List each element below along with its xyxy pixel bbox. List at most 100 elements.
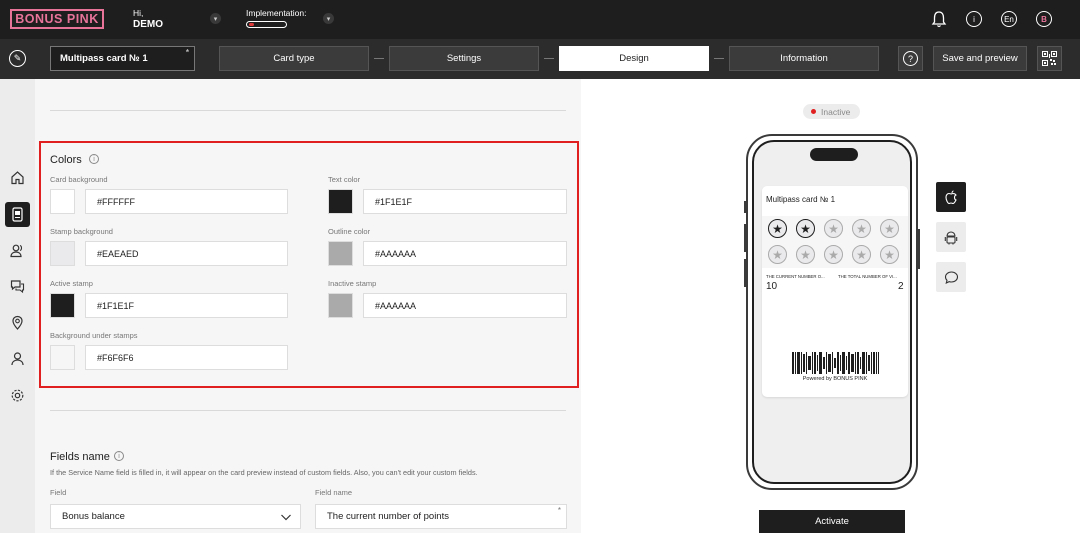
tab-settings[interactable]: Settings [389,46,539,71]
stamps-area: ★ ★ ★ ★ ★ ★ ★ ★ ★ ★ [762,216,908,268]
user-icon [11,352,24,366]
step-divider [374,58,384,59]
status-badge: Inactive [803,104,860,119]
logo[interactable]: BONUS PINK [10,9,104,29]
apple-icon [944,190,957,205]
implementation-chevron-down-icon[interactable]: ▾ [323,13,334,24]
design-form: Colors i Card background #FFFFFF Text co… [35,79,581,533]
text-color-input[interactable]: #1F1E1F [363,189,567,214]
qr-code-button[interactable] [1037,46,1062,71]
avatar[interactable]: B [1036,11,1052,27]
stamp-inactive: ★ [768,245,787,264]
card-field1-value: 10 [766,281,778,292]
stamp-inactive: ★ [880,245,899,264]
phone-notch [810,148,858,161]
divider [50,110,566,111]
sidebar-item-home[interactable] [5,165,30,190]
question-icon: ? [903,51,918,66]
required-mark: * [557,506,561,515]
platform-chat-button[interactable] [936,262,966,292]
sidebar-item-team[interactable] [5,346,30,371]
platform-android-button[interactable] [936,222,966,252]
sidebar-item-cards[interactable] [5,202,30,227]
phone-screen: Multipass card № 1 ★ ★ ★ ★ ★ ★ ★ ★ ★ ★ T… [752,140,912,484]
outline-color-input[interactable]: #AAAAAA [363,241,567,266]
top-bar: BONUS PINK Hi, DEMO ▾ Implementation: ▾ … [0,0,1080,39]
divider [50,410,566,411]
phone-mockup: Multipass card № 1 ★ ★ ★ ★ ★ ★ ★ ★ ★ ★ T… [746,134,918,490]
android-icon [944,231,958,245]
language-switch[interactable]: En [1001,11,1017,27]
implementation-label: Implementation: [246,8,307,18]
card-field2-value: 2 [898,281,904,292]
save-and-preview-button[interactable]: Save and preview [933,46,1027,71]
card-background-input[interactable]: #FFFFFF [85,189,288,214]
fields-name-info-icon[interactable]: i [114,451,124,461]
sidebar-item-messages[interactable] [5,274,30,299]
help-button[interactable]: ? [898,46,923,71]
card-background-swatch[interactable] [50,189,75,214]
status-text: Inactive [821,106,851,117]
location-pin-icon [12,315,23,330]
powered-by-text: Powered by BONUS PINK [802,376,868,382]
card-field1-label: THE CURRENT NUMBER O... [766,274,825,279]
home-icon [11,171,24,185]
step-divider [544,58,554,59]
card-preview-title: Multipass card № 1 [766,195,836,204]
field-label: Field [50,488,67,497]
sidebar-item-clients[interactable] [5,238,30,263]
chevron-down-icon [281,514,291,521]
tab-information[interactable]: Information [729,46,879,71]
active-stamp-swatch[interactable] [50,293,75,318]
platform-ios-button[interactable] [936,182,966,212]
sidebar-item-settings[interactable] [5,383,30,408]
text-color-label: Text color [328,175,361,184]
card-name-value: Multipass card № 1 [60,53,148,64]
phone-side-button [918,229,920,269]
text-color-swatch[interactable] [328,189,353,214]
active-stamp-input[interactable]: #1F1E1F [85,293,288,318]
stamp-inactive: ★ [880,219,899,238]
barcode-icon [792,352,879,374]
outline-color-swatch[interactable] [328,241,353,266]
greeting-text: Hi, [133,8,144,18]
edit-pen-icon[interactable]: ✎ [9,50,26,67]
required-mark: * [185,48,189,57]
info-icon[interactable]: i [966,11,982,27]
sidebar [0,79,35,533]
field-select[interactable]: Bonus balance [50,504,301,529]
card-device-icon [12,207,23,222]
activate-button[interactable]: Activate [759,510,905,533]
tab-design[interactable]: Design [559,46,709,71]
stamp-inactive: ★ [796,245,815,264]
gear-icon [11,389,24,402]
background-under-stamps-input[interactable]: #F6F6F6 [85,345,288,370]
field-name-value: The current number of points [327,511,449,522]
stamp-inactive: ★ [824,219,843,238]
inactive-stamp-swatch[interactable] [328,293,353,318]
qr-code-icon [1042,51,1057,66]
inactive-stamp-input[interactable]: #AAAAAA [363,293,567,318]
background-under-stamps-swatch[interactable] [50,345,75,370]
stamp-background-label: Stamp background [50,227,113,236]
stamp-inactive: ★ [852,219,871,238]
user-greeting[interactable]: Hi, DEMO [133,8,163,30]
card-field2-label: THE TOTAL NUMBER OF VI... [838,274,897,279]
colors-info-icon[interactable]: i [89,154,99,164]
card-background-label: Card background [50,175,108,184]
field-select-value: Bonus balance [62,511,125,522]
tab-card-type[interactable]: Card type [219,46,369,71]
sidebar-item-locations[interactable] [5,310,30,335]
bell-icon[interactable] [931,10,947,28]
user-name: DEMO [133,19,163,30]
step-divider [714,58,724,59]
stamp-background-input[interactable]: #EAEAED [85,241,288,266]
user-chevron-down-icon[interactable]: ▾ [210,13,221,24]
stamp-background-swatch[interactable] [50,241,75,266]
field-name-input[interactable]: The current number of points * [315,504,567,529]
colors-section-title: Colors [50,154,82,166]
field-name-label: Field name [315,488,353,497]
implementation-progress [246,21,287,28]
fields-name-note: If the Service Name field is filled in, … [50,468,478,477]
card-name-input[interactable]: Multipass card № 1 * [50,46,195,71]
